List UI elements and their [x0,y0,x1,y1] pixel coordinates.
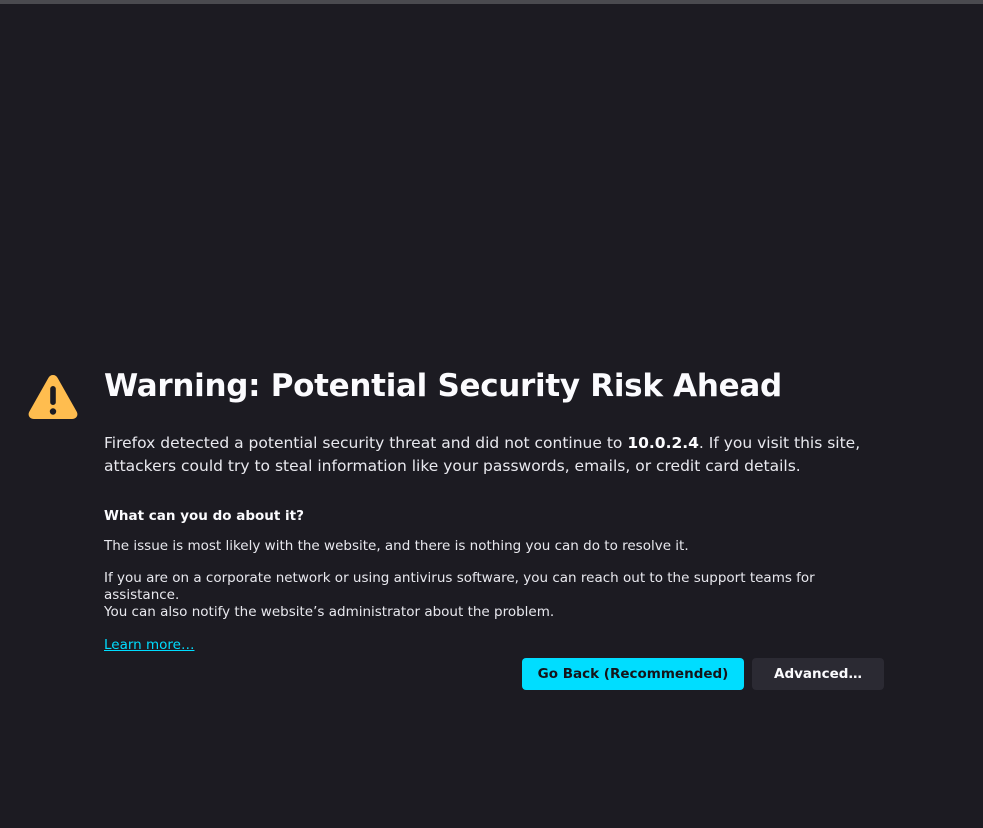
go-back-button[interactable]: Go Back (Recommended) [522,658,744,690]
intro-text-before: Firefox detected a potential security th… [104,434,628,452]
corporate-network-text: If you are on a corporate network or usi… [104,570,894,621]
host-name: 10.0.2.4 [627,434,699,452]
error-content: Warning: Potential Security Risk Ahead F… [104,366,894,654]
page-title: Warning: Potential Security Risk Ahead [104,368,782,404]
explanation-text: The issue is most likely with the websit… [104,538,689,554]
corporate-network-line1: If you are on a corporate network or usi… [104,570,815,603]
learn-more-link[interactable]: Learn more… [104,637,195,654]
advanced-button[interactable]: Advanced… [752,658,884,690]
intro-text: Firefox detected a potential security th… [104,432,894,478]
warning-triangle-icon [28,375,78,419]
what-can-you-do-heading: What can you do about it? [104,508,304,524]
corporate-network-line2: You can also notify the website’s admini… [104,604,555,620]
